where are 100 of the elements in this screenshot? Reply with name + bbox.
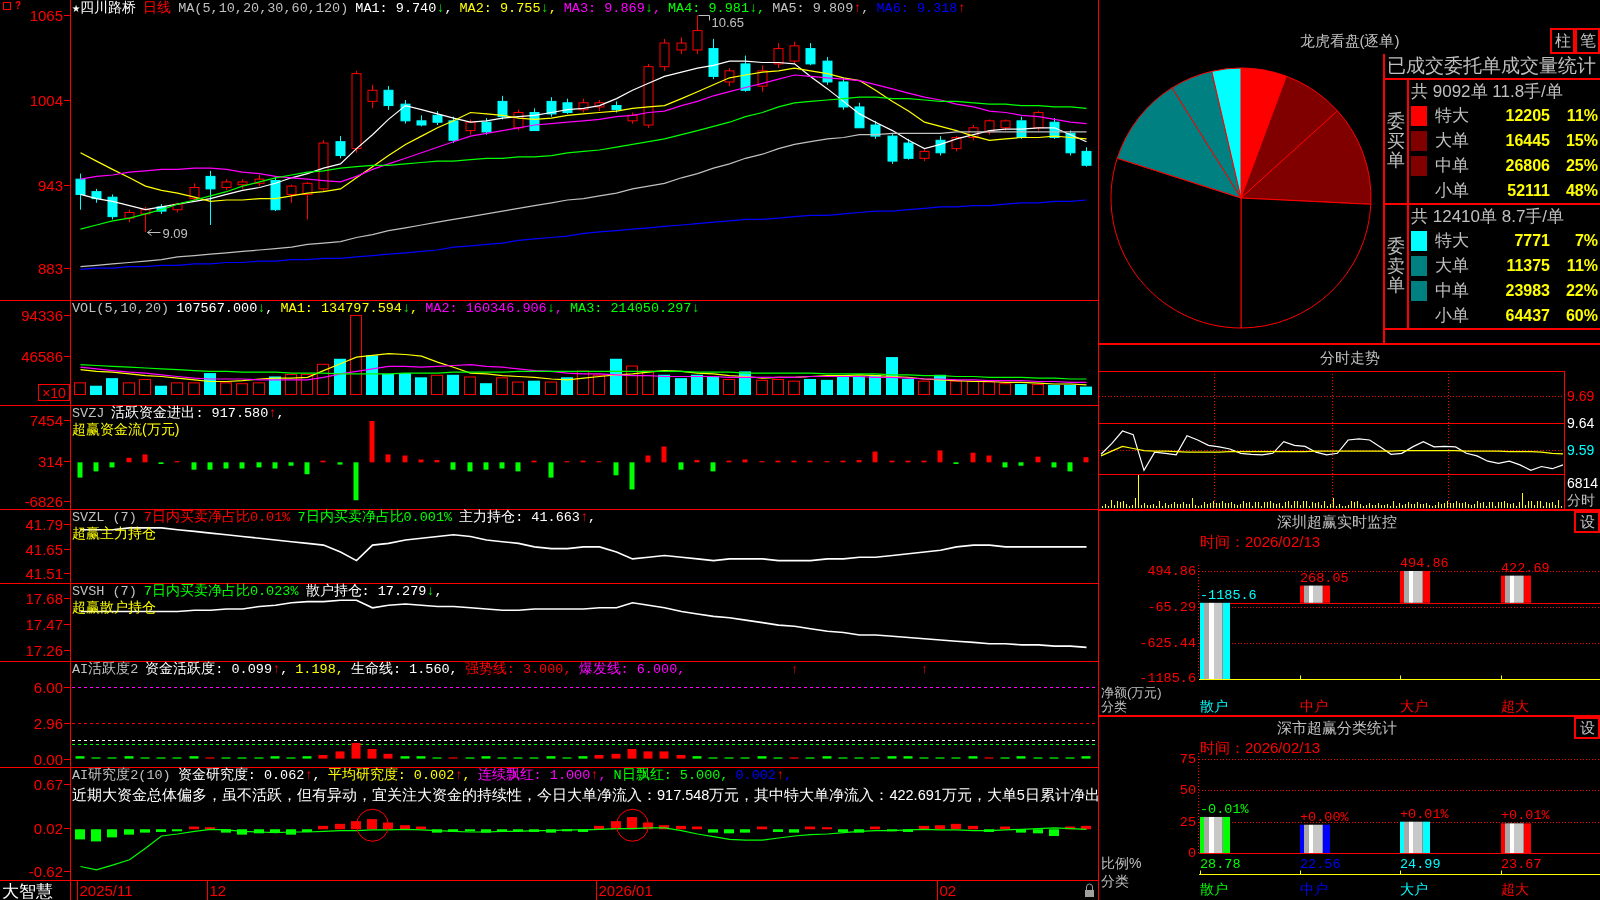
header-text: AI研究度2(10) — [72, 768, 171, 783]
axis-label: 314 — [37, 452, 63, 470]
value-label: 22.56 — [1300, 857, 1341, 872]
order-summary: 共 9092单 11.8手/单 — [1411, 82, 1563, 101]
trend-arrow: ↑ — [957, 1, 966, 16]
header-text: 107567.000 — [176, 301, 258, 316]
axis-label: -1185.6 — [1139, 671, 1196, 686]
volume-value: 16445 — [1505, 130, 1550, 151]
value-label: -1185.6 — [1200, 587, 1257, 603]
change-label: +0.01% — [1501, 808, 1550, 824]
header-text: SVZJ — [72, 406, 105, 421]
header-text: 日线 — [143, 1, 172, 16]
value-label: 23.67 — [1501, 857, 1542, 872]
axis-label: -0.62 — [28, 862, 63, 880]
trend-arrow: ↓ — [436, 1, 445, 16]
axis-mark: ? — [15, 0, 22, 11]
order-size-label: 特大 — [1434, 105, 1469, 127]
trend-arrow: ↓ — [546, 301, 555, 316]
header-text: 生命线: 1.560 — [350, 662, 450, 677]
trend-arrow: ↓ — [691, 301, 700, 316]
axis-label: -625.44 — [1139, 636, 1196, 651]
order-size-label: 小单 — [1434, 180, 1469, 202]
share-value: 7% — [1574, 230, 1598, 251]
axis-label: 0.02 — [33, 819, 63, 837]
header-text: 7日内买卖净占比0.001% — [297, 510, 453, 525]
unit-badge: ×10 — [38, 384, 70, 401]
share-value: 48% — [1565, 180, 1598, 201]
axis-label: 0 — [1187, 846, 1196, 861]
axis-label: 17.47 — [25, 615, 63, 633]
trend-arrow: ↓ — [749, 1, 758, 16]
separator-text: , — [677, 662, 686, 677]
date-label: 02 — [939, 882, 957, 899]
axis-label: 2.96 — [33, 714, 63, 732]
header-text: MA1: 134797.594 — [280, 301, 402, 316]
separator-text: , — [588, 510, 597, 525]
trend-arrow: ↑ — [853, 1, 862, 16]
category-label: 大户 — [1400, 698, 1428, 714]
trend-arrow: ↑ — [590, 768, 599, 783]
indicator-subtitle: 超赢资金流(万元) — [72, 421, 180, 437]
axis-label: 9.64 — [1567, 415, 1595, 431]
header-text: 主力持仓: 41.663 — [459, 510, 580, 525]
axis-label: 7454 — [29, 411, 63, 429]
volume-value: 26806 — [1505, 155, 1550, 176]
header-text: AI活跃度2 — [72, 662, 139, 677]
separator-text: , — [784, 768, 793, 783]
trend-arrow: ↑ — [304, 768, 313, 783]
value-label: 24.99 — [1400, 857, 1441, 872]
separator-text: , — [434, 584, 443, 599]
axis-label: 75 — [1179, 752, 1196, 767]
share-value: 15% — [1565, 130, 1598, 151]
category-label: 大户 — [1400, 881, 1428, 897]
trend-arrow: ↓ — [644, 1, 653, 16]
category-label: 超大 — [1501, 881, 1529, 897]
panel-title: 深圳超赢实时监控 — [1276, 513, 1397, 530]
indicator-subtitle: 超赢主力持仓 — [72, 525, 156, 541]
separator-text: , — [276, 406, 285, 421]
price-annotation: 10.65 — [711, 14, 745, 30]
order-size-label: 中单 — [1434, 280, 1469, 302]
separator-text: , — [861, 1, 870, 16]
separator-text: , — [280, 662, 289, 677]
header-text: N日飘红: 5.000 — [613, 768, 721, 783]
category-label: 超大 — [1501, 698, 1529, 714]
header-text: MA1: 9.740 — [355, 1, 437, 16]
separator-text: , — [554, 301, 563, 316]
trend-arrow: ↑ — [268, 406, 277, 421]
trend-arrow: ↑ — [579, 510, 589, 525]
separator-text: , — [312, 768, 321, 783]
date-label: 2026/01 — [598, 882, 653, 899]
share-value: 25% — [1565, 155, 1598, 176]
signal-arrow: ↑ — [791, 661, 798, 676]
panel-title: 分时走势 — [1319, 349, 1380, 366]
side-label: 委买单 — [1387, 111, 1405, 172]
axis-label: 9.69 — [1567, 388, 1595, 404]
header-text: 1.198 — [295, 662, 336, 677]
panel-title: 深市超赢分类统计 — [1276, 719, 1397, 736]
header-text: MA4: 9.981 — [668, 1, 749, 16]
header-text: MA2: 160346.906 — [425, 301, 547, 316]
header-text: MA6: 9.318 — [876, 1, 958, 16]
header-text: 强势线: 3.000 — [464, 662, 564, 677]
axis-label: -6826 — [24, 492, 63, 510]
header-text: ★四川路桥 — [72, 1, 137, 16]
axis-label: 1004 — [29, 91, 63, 109]
share-value: 11% — [1566, 255, 1598, 276]
share-value: 60% — [1565, 305, 1598, 326]
change-label: +0.00% — [1300, 809, 1349, 825]
indicator-subtitle: 超赢散户持仓 — [72, 599, 156, 615]
header-text: MA2: 9.755 — [459, 1, 541, 16]
trend-arrow: ↑ — [775, 768, 785, 783]
header-text: 0.002 — [735, 768, 776, 783]
separator-text: , — [265, 301, 274, 316]
header-text: 平均研究度: 0.002 — [327, 768, 455, 783]
axis-title: 分类 — [1101, 873, 1129, 889]
axis-label: 94336 — [21, 306, 63, 324]
header-text: 7日内买卖净占比0.023% — [143, 584, 299, 599]
change-label: +0.01% — [1400, 806, 1449, 822]
header-text: 连续飘红: 1.000 — [477, 768, 591, 783]
time-label: 时间：2026/02/13 — [1200, 533, 1321, 550]
axis-label: 25 — [1179, 815, 1196, 830]
order-size-label: 小单 — [1434, 305, 1469, 327]
axis-label: 41.79 — [25, 515, 63, 533]
